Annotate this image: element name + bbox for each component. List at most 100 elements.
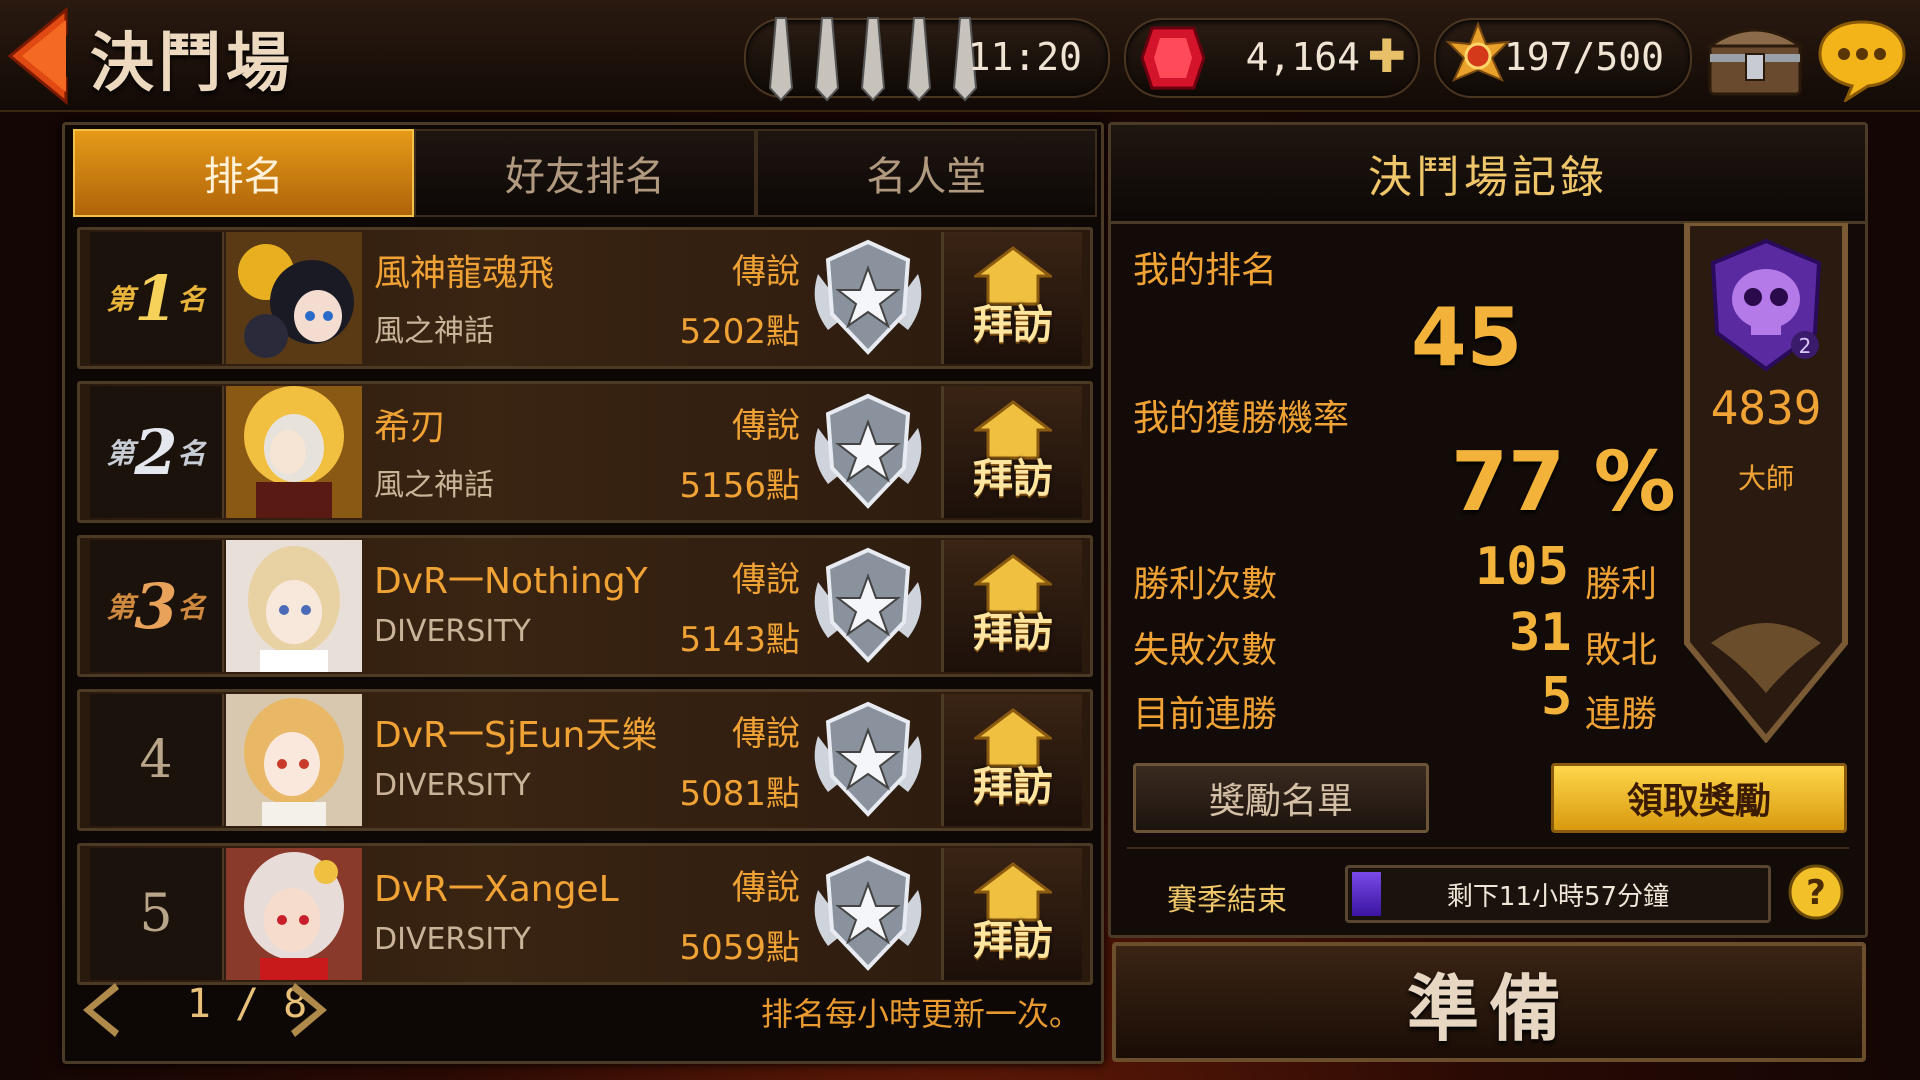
my-rank-value: 45 xyxy=(1411,291,1523,384)
tab-friend-ranking[interactable]: 好友排名 xyxy=(414,129,756,217)
medals-count: 197/500 xyxy=(1503,35,1664,79)
add-gems-button[interactable]: ✚ xyxy=(1367,33,1406,79)
ranking-row[interactable]: 4 DvR一SjEun天樂 DIVERSITY 傳說 5081點 拜訪 xyxy=(77,689,1093,831)
svg-text:2: 2 xyxy=(1799,334,1812,358)
medals-pill: 197/500 xyxy=(1434,18,1692,98)
divider xyxy=(1127,847,1849,849)
chat-bubble-icon[interactable] xyxy=(1816,16,1908,102)
ruby-icon xyxy=(1140,26,1206,90)
player-avatar xyxy=(226,386,362,518)
ranking-panel: 排名 好友排名 名人堂 第 1 名 風神龍魂飛 風之神話 傳說 5202點 拜訪… xyxy=(62,122,1104,1064)
player-name: DvR一NothingY xyxy=(374,561,648,602)
rank-number: 2 xyxy=(134,415,178,489)
season-end-label: 賽季結束 xyxy=(1167,883,1287,918)
player-guild: 風之神話 xyxy=(374,314,494,349)
claim-reward-button[interactable]: 領取獎勵 xyxy=(1551,763,1847,833)
wins-label: 勝利次數 xyxy=(1133,564,1278,605)
player-name: 希刃 xyxy=(374,407,447,448)
rank-suffix: 名 xyxy=(177,283,206,316)
next-page-icon[interactable] xyxy=(285,979,335,1041)
rank-number: 4 xyxy=(139,730,173,790)
legend-rank-emblem-icon xyxy=(814,701,922,817)
visit-label: 拜訪 xyxy=(973,764,1053,810)
player-guild: DIVERSITY xyxy=(374,768,531,803)
player-name: DvR一XangeL xyxy=(374,869,619,910)
gems-pill: 4,164 ✚ xyxy=(1124,18,1420,98)
visit-button[interactable]: 拜訪 xyxy=(941,540,1082,672)
player-points: 5202點 xyxy=(679,312,800,352)
losses-label: 失敗次數 xyxy=(1133,630,1278,671)
stamina-timer: 11:20 xyxy=(967,35,1082,79)
wins-value: 105 xyxy=(1475,537,1569,597)
ranking-row[interactable]: 第 3 名 DvR一NothingY DIVERSITY 傳說 5143點 拜訪 xyxy=(77,535,1093,677)
my-rank-label: 我的排名 xyxy=(1133,250,1278,291)
rank-badge: 4 xyxy=(90,694,224,826)
treasure-chest-icon[interactable] xyxy=(1706,20,1804,98)
wins-unit: 勝利 xyxy=(1585,564,1658,605)
season-remaining-text: 剩下11小時57分鐘 xyxy=(1446,882,1670,912)
season-timer-bar: 剩下11小時57分鐘 xyxy=(1345,865,1771,923)
player-name: 風神龍魂飛 xyxy=(374,253,555,294)
gems-count: 4,164 xyxy=(1245,35,1360,79)
badge-score: 4839 xyxy=(1710,381,1822,435)
svg-text:?: ? xyxy=(1806,873,1826,913)
ready-button[interactable]: 準備 xyxy=(1112,942,1866,1062)
player-tier: 傳說 xyxy=(732,714,800,754)
rank-number: 5 xyxy=(139,884,173,944)
rank-banner: 2 4839 大師 xyxy=(1681,223,1851,743)
legend-rank-emblem-icon xyxy=(814,547,922,663)
player-avatar xyxy=(226,232,362,364)
rank-badge: 第 2 名 xyxy=(90,386,224,518)
player-points: 5156點 xyxy=(679,466,800,506)
rank-prefix: 第 xyxy=(106,437,135,470)
help-icon[interactable]: ? xyxy=(1787,863,1845,921)
rank-number: 1 xyxy=(134,261,178,335)
ranking-row[interactable]: 第 2 名 希刃 風之神話 傳說 5156點 拜訪 xyxy=(77,381,1093,523)
legend-rank-emblem-icon xyxy=(814,393,922,509)
player-tier: 傳說 xyxy=(732,560,800,600)
player-tier: 傳說 xyxy=(732,406,800,446)
rank-suffix: 名 xyxy=(177,437,206,470)
streak-value: 5 xyxy=(1541,667,1573,727)
visit-label: 拜訪 xyxy=(973,610,1053,656)
visit-button[interactable]: 拜訪 xyxy=(941,232,1082,364)
visit-label: 拜訪 xyxy=(973,302,1053,348)
rank-number: 3 xyxy=(134,569,178,643)
reward-list-button[interactable]: 獎勵名單 xyxy=(1133,763,1429,833)
legend-rank-emblem-icon xyxy=(814,239,922,355)
visit-label: 拜訪 xyxy=(973,918,1053,964)
ranking-tabs: 排名 好友排名 名人堂 xyxy=(73,129,1097,217)
losses-unit: 敗北 xyxy=(1585,630,1658,671)
player-guild: DIVERSITY xyxy=(374,922,531,957)
swords-icon xyxy=(768,17,978,102)
top-bar: 決鬥場 11:20 4,164 ✚ 197/500 xyxy=(0,0,1920,112)
badge-title: 大師 xyxy=(1737,462,1794,495)
record-title: 決鬥場記錄 xyxy=(1111,125,1865,224)
player-guild: DIVERSITY xyxy=(374,614,531,649)
ranking-list: 第 1 名 風神龍魂飛 風之神話 傳說 5202點 拜訪 第 2 名 希刃 風之… xyxy=(77,227,1093,997)
pagination: 1 / 8 排名每小時更新一次。 xyxy=(65,961,1101,1057)
player-tier: 傳說 xyxy=(732,868,800,908)
legend-rank-emblem-icon xyxy=(814,855,922,971)
player-avatar xyxy=(226,540,362,672)
visit-button[interactable]: 拜訪 xyxy=(941,386,1082,518)
losses-value: 31 xyxy=(1509,603,1572,663)
player-guild: 風之神話 xyxy=(374,468,494,503)
player-points: 5143點 xyxy=(679,620,800,660)
tab-ranking[interactable]: 排名 xyxy=(73,129,415,217)
player-name: DvR一SjEun天樂 xyxy=(374,715,658,756)
player-tier: 傳說 xyxy=(732,252,800,292)
back-arrow-icon[interactable] xyxy=(4,6,76,106)
tab-hall-of-fame[interactable]: 名人堂 xyxy=(755,129,1097,217)
ranking-row[interactable]: 第 1 名 風神龍魂飛 風之神話 傳說 5202點 拜訪 xyxy=(77,227,1093,369)
streak-label: 目前連勝 xyxy=(1133,694,1278,735)
rank-prefix: 第 xyxy=(106,591,135,624)
skull-rank-icon: 2 xyxy=(1710,238,1822,372)
prev-page-icon[interactable] xyxy=(75,979,125,1041)
rank-badge: 第 1 名 xyxy=(90,232,224,364)
visit-label: 拜訪 xyxy=(973,456,1053,502)
visit-button[interactable]: 拜訪 xyxy=(941,694,1082,826)
win-rate-label: 我的獲勝機率 xyxy=(1133,398,1350,439)
page-title: 決鬥場 xyxy=(90,27,294,101)
update-note: 排名每小時更新一次。 xyxy=(760,995,1081,1033)
